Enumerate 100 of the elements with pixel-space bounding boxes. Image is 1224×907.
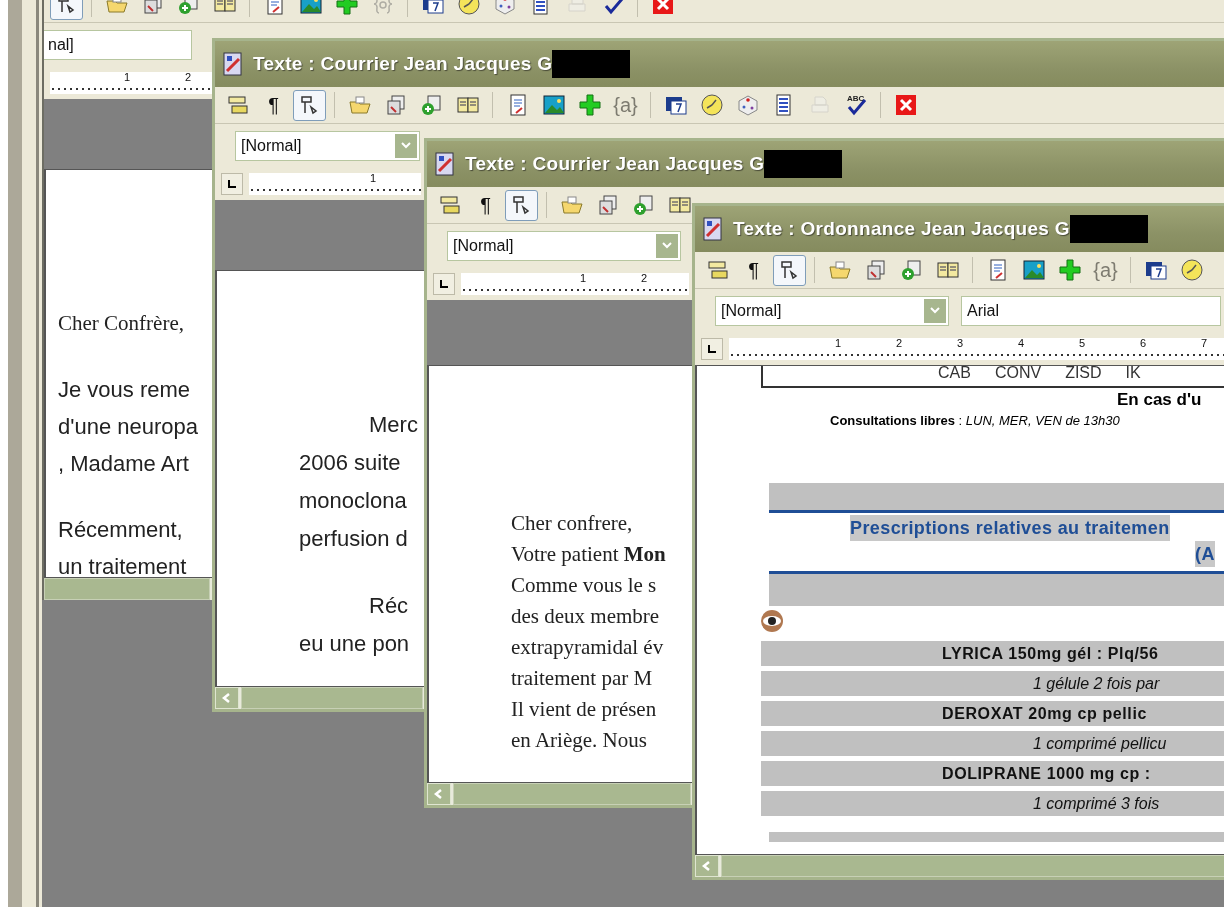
pilcrow-button[interactable]: ¶ [469,189,502,221]
document-icon [701,216,725,242]
text-line: perfusion d [299,525,408,553]
ruler-number: 1 [124,72,131,83]
ruler-number: 1 [580,273,587,284]
ruler-number: 3 [957,338,964,349]
ruler-number: 1 [370,173,377,184]
horizontal-scrollbar[interactable] [721,855,1224,877]
tab-stop-button[interactable] [433,273,455,295]
document-icon [221,51,245,77]
header-cell-text: CAB [938,366,971,383]
pilcrow-button[interactable]: ¶ [737,254,770,286]
dosage-text: 1 gélule 2 fois par [1033,674,1160,693]
style-dropdown[interactable]: [Normal] [235,131,420,161]
font-field[interactable]: Arial [961,296,1221,326]
text-line: , Madame Art [58,450,189,478]
ruler[interactable]: 1 2 [461,273,689,295]
tab-stop-button[interactable] [701,338,723,360]
horizontal-scrollbar[interactable] [44,578,210,600]
text-line: Cher Confrère, [58,310,184,337]
ruler-number: 6 [1140,338,1147,349]
drug-name: DEROXAT 20mg cp pellic [942,704,1147,723]
heading-text: (A [1195,541,1215,567]
text-line: monoclona [299,487,407,515]
frame-button[interactable] [293,89,326,121]
ruler-number: 7 [1201,338,1208,349]
text-line: Cher confrere, [511,510,633,537]
tab-stop-icon [439,279,449,289]
frame-button[interactable] [505,189,538,221]
ruler-number: 2 [641,273,648,284]
text-line: Récemment, [58,516,183,544]
ruler[interactable]: 1 2 3 4 5 6 7 [729,338,1224,360]
frame-button[interactable] [773,254,806,286]
text-line: Réc [368,592,409,620]
pilcrow-button[interactable]: ¶ [257,89,290,121]
header-cell-text: CONV [994,366,1042,383]
chevron-down-icon [661,241,673,251]
folder-icon [559,193,584,217]
text-line: en Ariège. Nous [511,727,647,754]
text-line: traitement par M [511,665,653,692]
horizontal-scrollbar[interactable] [241,687,423,709]
header-cell-text: ZISD [1065,366,1102,383]
ruler[interactable]: 1 2 [50,72,212,94]
text-line: Merc [368,411,418,439]
plus-icon [577,93,602,117]
image-icon [541,93,566,117]
scroll-left-button[interactable] [215,687,239,709]
text-line: d'une neuropa [58,413,198,441]
header-cell-text: IK [1125,366,1141,383]
style-dropdown[interactable]: [Normal] [715,296,949,326]
window-title: Texte : Courrier Jean Jacques G [253,53,553,75]
layout-icon [705,258,730,282]
plus-icon [1057,258,1082,282]
cube-icon [735,93,760,117]
text-line: Comme vous le s [511,572,657,599]
drug-name: LYRICA 150mg gél : Plq/56 [942,644,1159,663]
clock-icon [699,93,724,117]
scroll-left-button[interactable] [427,783,451,805]
image-icon [1021,258,1046,282]
text-line: extrapyramidal év [511,634,664,661]
style-dropdown[interactable]: nal] [44,30,192,60]
folder-icon [827,258,852,282]
layout-icon [437,193,462,217]
clock-icon [1179,258,1204,282]
scroll-left-button[interactable] [695,855,719,877]
text-line: 2006 suite [299,449,401,477]
tab-stop-button[interactable] [221,173,243,195]
style-dropdown[interactable]: [Normal] [447,231,681,261]
close-icon [893,93,918,117]
ruler-number: 5 [1079,338,1086,349]
tab-stop-icon [707,344,717,354]
window-title: Texte : Courrier Jean Jacques G [465,153,765,175]
dosage-text: 1 comprimé pellicu [1033,734,1167,753]
heading-text: Prescriptions relatives au traitemen [850,515,1170,541]
dosage-text: 1 comprimé 3 fois [1033,794,1160,813]
text-line: Votre patient Mon [511,541,666,568]
text-line: Je vous reme [58,376,191,404]
folder-icon [347,93,372,117]
ruler-number: 4 [1018,338,1025,349]
text-line: Il vient de présen [511,696,657,723]
add-document-icon [899,258,924,282]
consultation-hours: Consultations libres : LUN, MER, VEN de 13h30 [829,413,1120,428]
add-document-icon [419,93,444,117]
chevron-down-icon [400,141,412,151]
tab-stop-icon [227,179,237,189]
drug-name: DOLIPRANE 1000 mg cp : [942,764,1151,783]
ruler-number: 2 [896,338,903,349]
ruler[interactable]: 1 [249,173,421,195]
text-line: des deux membre [511,603,660,630]
horizontal-scrollbar[interactable] [453,783,691,805]
eye-icon [759,609,785,633]
window-title: Texte : Ordonnance Jean Jacques G [733,218,1070,240]
text-line: eu une pon [299,630,410,658]
notice-text: En cas d'u [1116,390,1202,410]
chevron-down-icon [929,306,941,316]
document-icon [433,151,457,177]
layout-icon [225,93,250,117]
ruler-number: 1 [835,338,842,349]
add-document-icon [631,193,656,217]
text-line: un traitement [58,553,187,577]
